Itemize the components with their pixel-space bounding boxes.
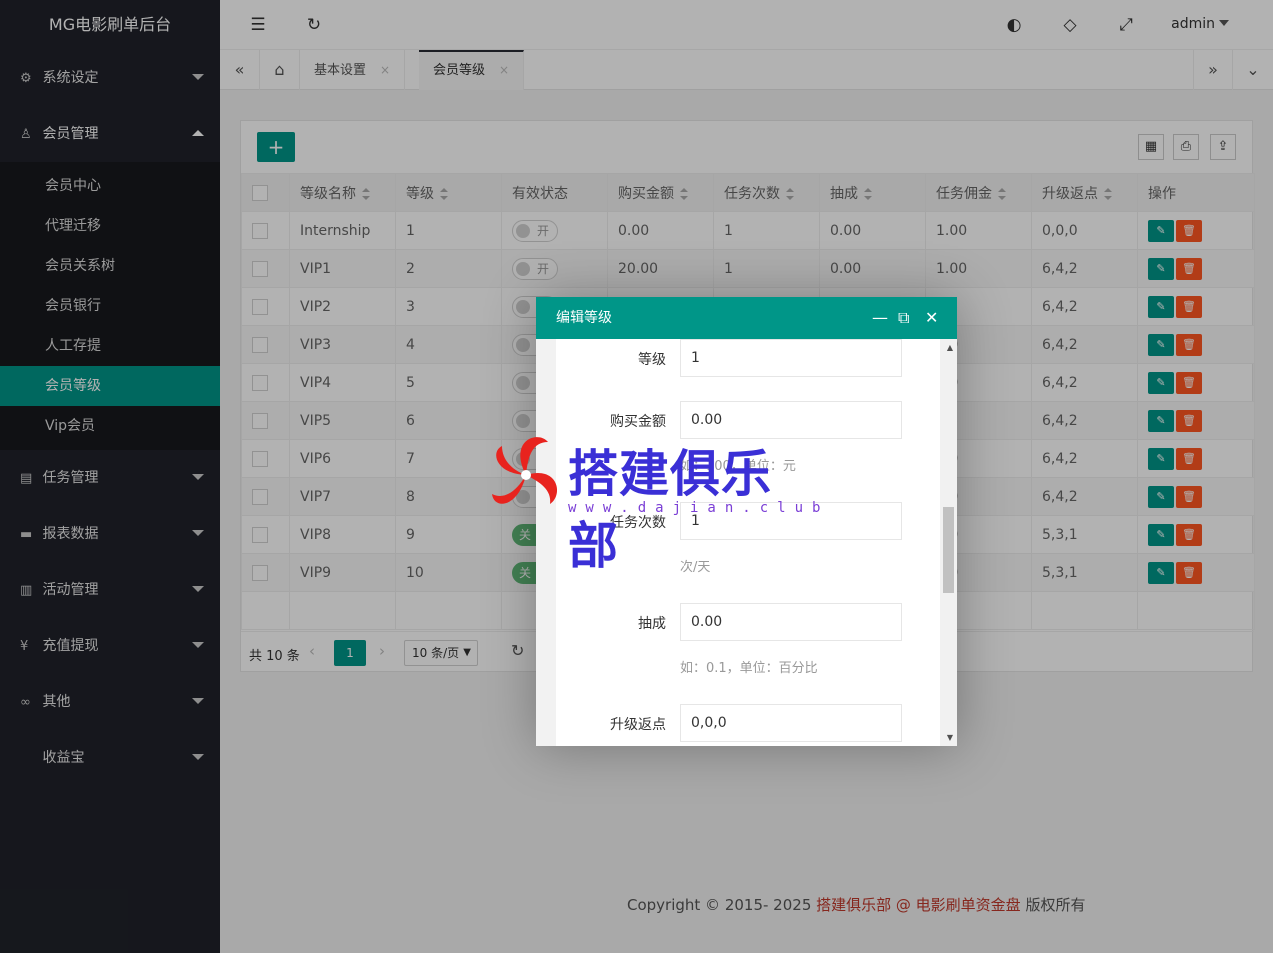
level-form: 等级 1 购买金额 0.00 如：100，单位：元 任务次数 1 次/天 抽成 …	[556, 339, 940, 746]
amount-hint: 如：100，单位：元	[680, 459, 796, 474]
edit-level-dialog: 编辑等级 — ⧉ ✕ 等级 1 购买金额 0.00 如：100，单位：元 任务次…	[536, 297, 957, 746]
field-label: 购买金额	[610, 414, 666, 430]
dialog-header: 编辑等级 — ⧉ ✕	[536, 297, 957, 339]
level-input[interactable]: 1	[680, 339, 902, 377]
scroll-up-icon[interactable]: ▲	[947, 343, 953, 352]
scroll-down-icon[interactable]: ▼	[947, 733, 953, 742]
scrollbar-thumb[interactable]	[943, 507, 954, 593]
close-icon[interactable]: ✕	[925, 297, 938, 339]
amount-input[interactable]: 0.00	[680, 401, 902, 439]
dialog-body: 等级 1 购买金额 0.00 如：100，单位：元 任务次数 1 次/天 抽成 …	[536, 339, 957, 746]
field-label: 抽成	[638, 616, 666, 632]
cut-hint: 如：0.1，单位：百分比	[680, 661, 818, 676]
minimize-icon[interactable]: —	[872, 297, 888, 339]
maximize-icon[interactable]: ⧉	[898, 297, 909, 339]
rebate-input[interactable]: 0,0,0	[680, 704, 902, 742]
cut-input[interactable]: 0.00	[680, 603, 902, 641]
tasks-input[interactable]: 1	[680, 502, 902, 540]
dialog-title: 编辑等级	[556, 310, 612, 326]
dialog-scrollbar[interactable]: ▲ ▼	[940, 339, 957, 746]
field-label: 任务次数	[610, 515, 666, 531]
tasks-hint: 次/天	[680, 560, 711, 575]
field-label: 升级返点	[610, 717, 666, 733]
field-label: 等级	[638, 352, 666, 368]
